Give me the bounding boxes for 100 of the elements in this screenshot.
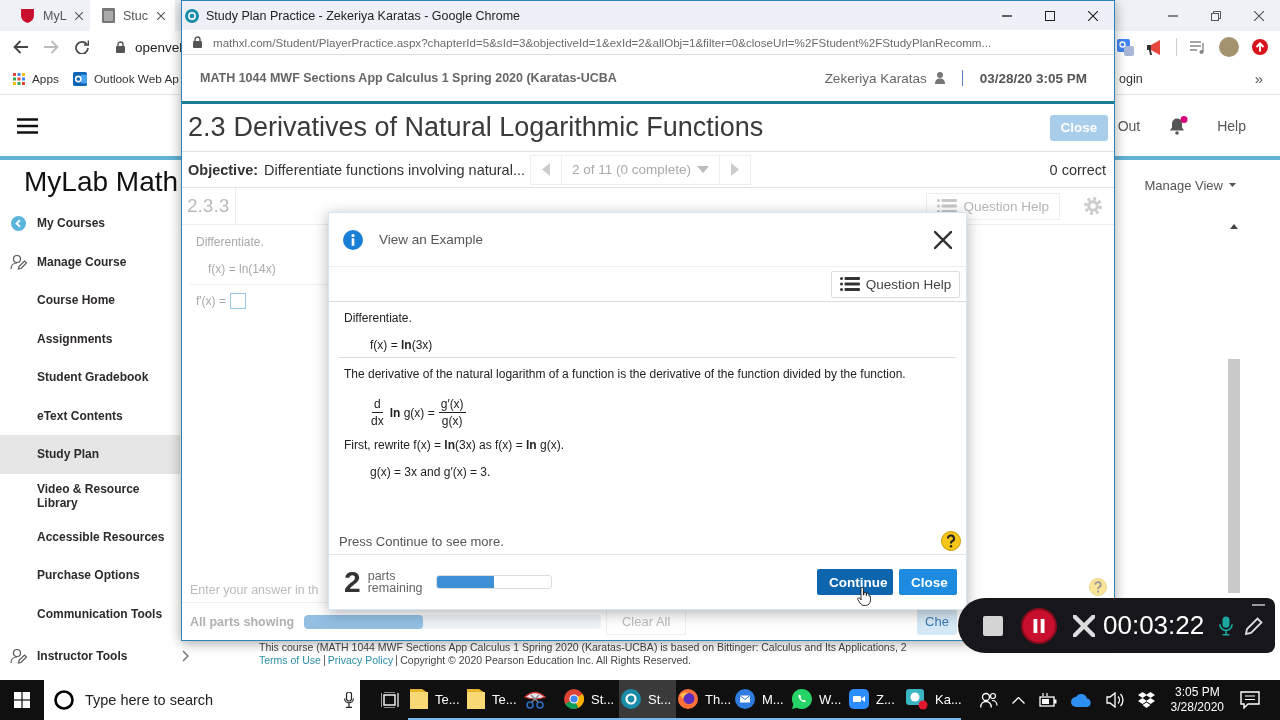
manage-view-button[interactable]: Manage View (1144, 177, 1236, 193)
message-icon[interactable] (1240, 691, 1260, 709)
help-icon[interactable] (941, 531, 961, 551)
parts-status: All parts showing (190, 614, 295, 629)
sidebar-item[interactable]: Purchase Options (0, 556, 180, 595)
close-button[interactable]: Close (899, 569, 957, 595)
answer-label: f′(x) = (196, 293, 226, 309)
playlist-icon[interactable] (1190, 40, 1206, 54)
score-text: 0 correct (1049, 161, 1106, 178)
sidebar-item[interactable]: Course Home (0, 281, 180, 320)
video-camera-icon (849, 689, 869, 709)
chevron-right-icon[interactable] (182, 649, 189, 662)
footer-link[interactable]: Terms of Use (259, 654, 321, 667)
formula-text: g(x) = 3x and g′(x) = 3. (370, 465, 491, 479)
explanation-text: The derivative of the natural logarithm of a function is the derivative of the function divided by the function. (343, 366, 907, 382)
restore-icon[interactable] (1211, 10, 1221, 21)
window-title: Study Plan Practice - Zekeriya Karatas - Google Chrome (206, 8, 521, 23)
arrow-up-circle-icon[interactable] (1252, 39, 1268, 55)
megaphone-icon[interactable] (1147, 39, 1163, 55)
taskbar-button[interactable]: St... (619, 680, 676, 720)
copyright-text: Copyright © 2020 Pearson Education Inc. All Rights Reserved. (400, 654, 692, 667)
bookmark-link[interactable]: Outlook Web Ap (72, 71, 179, 86)
date-time: 03/28/20 3:05 PM (979, 70, 1087, 86)
close-icon[interactable] (74, 11, 83, 20)
taskbar-button[interactable]: Te... (465, 680, 522, 720)
close-icon[interactable] (934, 230, 952, 249)
minimize-icon[interactable] (1002, 14, 1012, 17)
pencil-icon[interactable] (1245, 616, 1264, 635)
footer-link[interactable]: Privacy Policy (327, 654, 394, 667)
circle-icon[interactable] (54, 690, 74, 710)
squares-icon[interactable] (1117, 38, 1134, 56)
bookmark-link[interactable]: Apps (13, 71, 59, 86)
person-edit-icon (9, 253, 27, 270)
microphone-icon[interactable] (344, 692, 354, 708)
maximize-icon[interactable] (1045, 10, 1055, 21)
cloud-icon[interactable] (1070, 693, 1092, 707)
scrollbar-thumb[interactable] (1228, 359, 1240, 593)
sidebar-item[interactable]: Student Gradebook (0, 358, 180, 397)
menu-icon[interactable] (17, 117, 38, 134)
start-icon[interactable] (14, 692, 30, 708)
user-icon (934, 72, 945, 84)
question-help-button[interactable]: Question Help (831, 270, 960, 298)
taskbar-button[interactable]: Th... (676, 680, 733, 720)
sidebar-item[interactable]: Video & Resource Library (0, 473, 180, 518)
taskbar-button[interactable]: W... (790, 680, 847, 720)
minimize-icon[interactable] (1168, 14, 1178, 17)
taskbar-clock[interactable]: 3:05 PM 3/28/2020 (1170, 685, 1224, 715)
reload-icon[interactable] (75, 40, 89, 54)
sidebar-item[interactable]: Study Plan (0, 435, 180, 474)
course-note: This course (MATH 1044 MWF Sections App Calculus 1 Spring 2020 (Karatas-UCBA) is based on Bittinger: Calculus and Its Applications, 2 (259, 641, 907, 654)
question-prompt: Differentiate. (343, 310, 413, 326)
mail-tile-icon (72, 71, 87, 86)
sidebar-item[interactable]: Communication Tools (0, 594, 180, 633)
address-field[interactable]: openvel (107, 34, 183, 60)
close-icon[interactable] (1254, 10, 1264, 21)
browser-tab[interactable]: Stuc (90, 0, 175, 31)
fraction-numerator: d (372, 396, 383, 413)
taskbar-button[interactable]: Te... (408, 680, 465, 720)
caret-up-icon[interactable] (1230, 224, 1238, 229)
microphone-icon[interactable] (1219, 614, 1234, 637)
bell-icon[interactable] (1169, 116, 1189, 135)
open-box-icon[interactable] (1137, 692, 1155, 708)
volume-icon[interactable] (1105, 692, 1124, 708)
header-link[interactable]: Out (1117, 117, 1141, 134)
sidebar-item[interactable]: My Courses (0, 204, 180, 243)
sidebar-item[interactable]: Manage Course (0, 242, 180, 281)
close-icon[interactable] (1088, 10, 1098, 21)
avatar-icon[interactable] (1219, 37, 1239, 57)
url-text: mathxl.com/Student/PlayerPractice.aspx?chapterId=5&sId=3&objectiveId=1&exId=2&allObj=1&filter=0&closeUrl=%2FStudent%2FStudyPlanRecomm... (213, 35, 992, 49)
people-icon[interactable] (979, 692, 998, 708)
search-box[interactable]: Type here to search (44, 680, 360, 720)
check-button[interactable]: Che (917, 608, 957, 635)
sidebar-item[interactable]: Assignments (0, 319, 180, 358)
task-view-icon[interactable] (381, 692, 399, 708)
pause-icon[interactable] (1021, 607, 1057, 644)
sidebar-item[interactable]: eText Contents (0, 396, 180, 435)
chevron-up-icon[interactable] (1011, 696, 1025, 704)
browser-icon (564, 689, 584, 709)
continue-button[interactable]: Continue (817, 569, 893, 595)
bookmark-link[interactable]: ogin (1119, 71, 1143, 86)
stop-icon[interactable] (983, 615, 1003, 636)
shield-icon (20, 8, 35, 23)
question-prompt: Differentiate. (196, 235, 264, 249)
user-name: Zekeriya Karatas (824, 70, 927, 86)
close-icon[interactable] (157, 11, 165, 20)
overflow-button[interactable]: » (1254, 70, 1263, 87)
header-link[interactable]: Help (1217, 117, 1246, 134)
search-field[interactable]: Type here to search (85, 690, 333, 710)
taskbar-button[interactable]: Ka... (904, 680, 961, 720)
sidebar-item[interactable]: Instructor Tools (0, 640, 205, 671)
back-arrow-icon[interactable] (13, 40, 28, 54)
scissors-icon (524, 689, 546, 709)
caret-down-icon (1229, 183, 1236, 187)
taskbar-button[interactable]: Z... (847, 680, 904, 720)
objective-label: Objective: (188, 161, 259, 178)
taskbar-button[interactable]: M... (733, 680, 790, 720)
battery-icon[interactable] (1038, 693, 1057, 707)
logo-circle-icon (185, 8, 199, 23)
instructions-text: Enter your answer in th (190, 582, 319, 597)
sidebar-item[interactable]: Accessible Resources (0, 517, 180, 556)
